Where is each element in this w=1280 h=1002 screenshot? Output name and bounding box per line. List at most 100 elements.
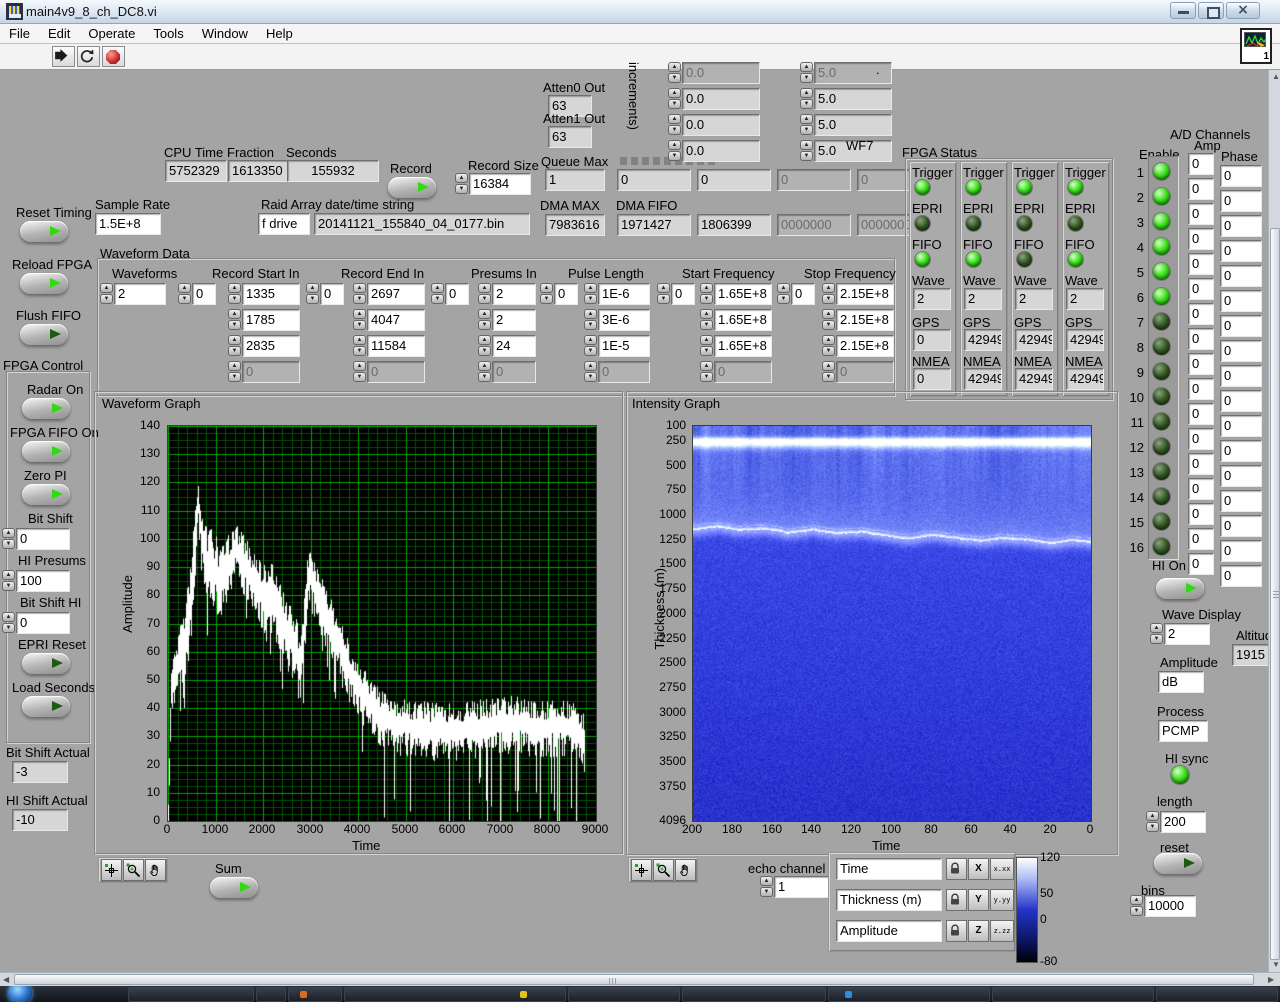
- reload-fpga-button[interactable]: [20, 273, 68, 294]
- wf-value-spinner[interactable]: ▲▼: [822, 283, 835, 305]
- autoscale-axis-button[interactable]: Y: [968, 889, 989, 911]
- wf-index-spinner[interactable]: ▲▼: [777, 283, 790, 305]
- wf-value-spinner[interactable]: ▲▼: [353, 361, 366, 383]
- wf-index-input[interactable]: 0: [671, 283, 695, 305]
- amp-input[interactable]: 0: [1188, 228, 1214, 250]
- amp-input[interactable]: 0: [1188, 503, 1214, 525]
- waveform-crosshair-button[interactable]: [101, 859, 122, 881]
- bit-shift-hi-spinner[interactable]: ▲▼: [2, 612, 15, 634]
- amp-input[interactable]: 0: [1188, 478, 1214, 500]
- bit-shift-input[interactable]: 0: [16, 528, 70, 550]
- wf-param-spinner[interactable]: ▲▼: [800, 114, 813, 136]
- echo-channel-spinner[interactable]: ▲▼: [760, 876, 773, 898]
- horizontal-scrollbar[interactable]: ◀ ▶: [0, 972, 1280, 986]
- wf-value-input[interactable]: 2.15E+8: [836, 283, 894, 305]
- channel-enable-led[interactable]: [1153, 263, 1170, 280]
- wf-value-input[interactable]: 1.65E+8: [714, 283, 772, 305]
- horizontal-scrollbar-thumb[interactable]: [14, 974, 1254, 985]
- wf-value-input[interactable]: 2.15E+8: [836, 309, 894, 331]
- amp-input[interactable]: 0: [1188, 253, 1214, 275]
- channel-enable-led[interactable]: [1153, 388, 1170, 405]
- wf-value-spinner[interactable]: ▲▼: [584, 309, 597, 331]
- amp-input[interactable]: 0: [1188, 328, 1214, 350]
- phase-input[interactable]: 0: [1220, 165, 1262, 187]
- channel-enable-led[interactable]: [1153, 238, 1170, 255]
- wf-value-spinner[interactable]: ▲▼: [228, 361, 241, 383]
- wf-value-spinner[interactable]: ▲▼: [353, 283, 366, 305]
- amp-input[interactable]: 0: [1188, 428, 1214, 450]
- scale-format-button[interactable]: x.xx: [990, 858, 1014, 880]
- vertical-scrollbar[interactable]: ▲ ▼: [1268, 70, 1280, 972]
- wf-value-input[interactable]: 2835: [242, 335, 300, 357]
- wf-value-input[interactable]: 1.65E+8: [714, 309, 772, 331]
- intensity-zoom-button[interactable]: [653, 859, 674, 881]
- wf-param-spinner[interactable]: ▲▼: [800, 88, 813, 110]
- wf-index-input[interactable]: 0: [192, 283, 216, 305]
- wf-index-spinner[interactable]: ▲▼: [431, 283, 444, 305]
- phase-input[interactable]: 0: [1220, 465, 1262, 487]
- wf-value-spinner[interactable]: ▲▼: [478, 335, 491, 357]
- wf-index-spinner[interactable]: ▲▼: [657, 283, 670, 305]
- wf-value-input[interactable]: 1E-6: [598, 283, 650, 305]
- abort-button[interactable]: [102, 46, 125, 67]
- channel-enable-led[interactable]: [1153, 363, 1170, 380]
- legend-axis-name-input[interactable]: Thickness (m): [836, 889, 942, 911]
- amp-input[interactable]: 0: [1188, 553, 1214, 575]
- amp-input[interactable]: 0: [1188, 153, 1214, 175]
- intensity-pan-button[interactable]: [675, 859, 696, 881]
- wf-value-spinner[interactable]: ▲▼: [822, 309, 835, 331]
- wf-value-spinner[interactable]: ▲▼: [700, 361, 713, 383]
- amp-input[interactable]: 0: [1188, 528, 1214, 550]
- minimize-button[interactable]: [1170, 2, 1196, 19]
- hi-presums-input[interactable]: 100: [16, 570, 70, 592]
- wf-value-spinner[interactable]: ▲▼: [822, 335, 835, 357]
- phase-input[interactable]: 0: [1220, 240, 1262, 262]
- wf-param-spinner[interactable]: ▲▼: [668, 114, 681, 136]
- wf-value-input[interactable]: 1335: [242, 283, 300, 305]
- channel-enable-led[interactable]: [1153, 488, 1170, 505]
- channel-enable-led[interactable]: [1153, 438, 1170, 455]
- wf-param-spinner[interactable]: ▲▼: [668, 88, 681, 110]
- bit-shift-spinner[interactable]: ▲▼: [2, 528, 15, 550]
- channel-enable-led[interactable]: [1153, 413, 1170, 430]
- phase-input[interactable]: 0: [1220, 540, 1262, 562]
- menu-help[interactable]: Help: [257, 24, 302, 43]
- process-input[interactable]: PCMP: [1158, 720, 1208, 742]
- wave-display-spinner[interactable]: ▲▼: [1150, 623, 1163, 645]
- amp-input[interactable]: 0: [1188, 303, 1214, 325]
- waveform-zoom-button[interactable]: [123, 859, 144, 881]
- taskbar-app-button[interactable]: [682, 987, 826, 1002]
- channel-enable-led[interactable]: [1153, 288, 1170, 305]
- bins-spinner[interactable]: ▲▼: [1130, 895, 1143, 917]
- amp-input[interactable]: 0: [1188, 378, 1214, 400]
- scale-format-button[interactable]: z.zz: [990, 920, 1014, 942]
- raid-drive-input[interactable]: f drive: [258, 213, 310, 235]
- wf-value-spinner[interactable]: ▲▼: [353, 309, 366, 331]
- amp-input[interactable]: 0: [1188, 353, 1214, 375]
- wf-param-spinner[interactable]: ▲▼: [668, 140, 681, 162]
- zero-pi-button[interactable]: [22, 484, 70, 505]
- wf-value-spinner[interactable]: ▲▼: [228, 309, 241, 331]
- record-size-input[interactable]: 16384: [469, 173, 531, 195]
- wf-value-input[interactable]: 2: [492, 283, 536, 305]
- channel-enable-led[interactable]: [1153, 513, 1170, 530]
- waveforms-input[interactable]: 2: [114, 283, 166, 305]
- channel-enable-led[interactable]: [1153, 313, 1170, 330]
- taskbar-app-button[interactable]: [256, 987, 286, 1002]
- wf-index-spinner[interactable]: ▲▼: [178, 283, 191, 305]
- phase-input[interactable]: 0: [1220, 315, 1262, 337]
- wf-value-spinner[interactable]: ▲▼: [700, 283, 713, 305]
- record-button[interactable]: [388, 177, 436, 198]
- phase-input[interactable]: 0: [1220, 265, 1262, 287]
- wf-value-spinner[interactable]: ▲▼: [228, 283, 241, 305]
- wf-value-input[interactable]: 11584: [367, 335, 425, 357]
- bit-shift-hi-input[interactable]: 0: [16, 612, 70, 634]
- radar-on-button[interactable]: [22, 398, 70, 419]
- length-input[interactable]: 200: [1160, 811, 1206, 833]
- wf-index-spinner[interactable]: ▲▼: [540, 283, 553, 305]
- wf-value-input[interactable]: 2697: [367, 283, 425, 305]
- reset-button[interactable]: [1154, 853, 1202, 874]
- taskbar-app-button[interactable]: [568, 987, 680, 1002]
- amp-input[interactable]: 0: [1188, 203, 1214, 225]
- taskbar-app-button[interactable]: [128, 987, 254, 1002]
